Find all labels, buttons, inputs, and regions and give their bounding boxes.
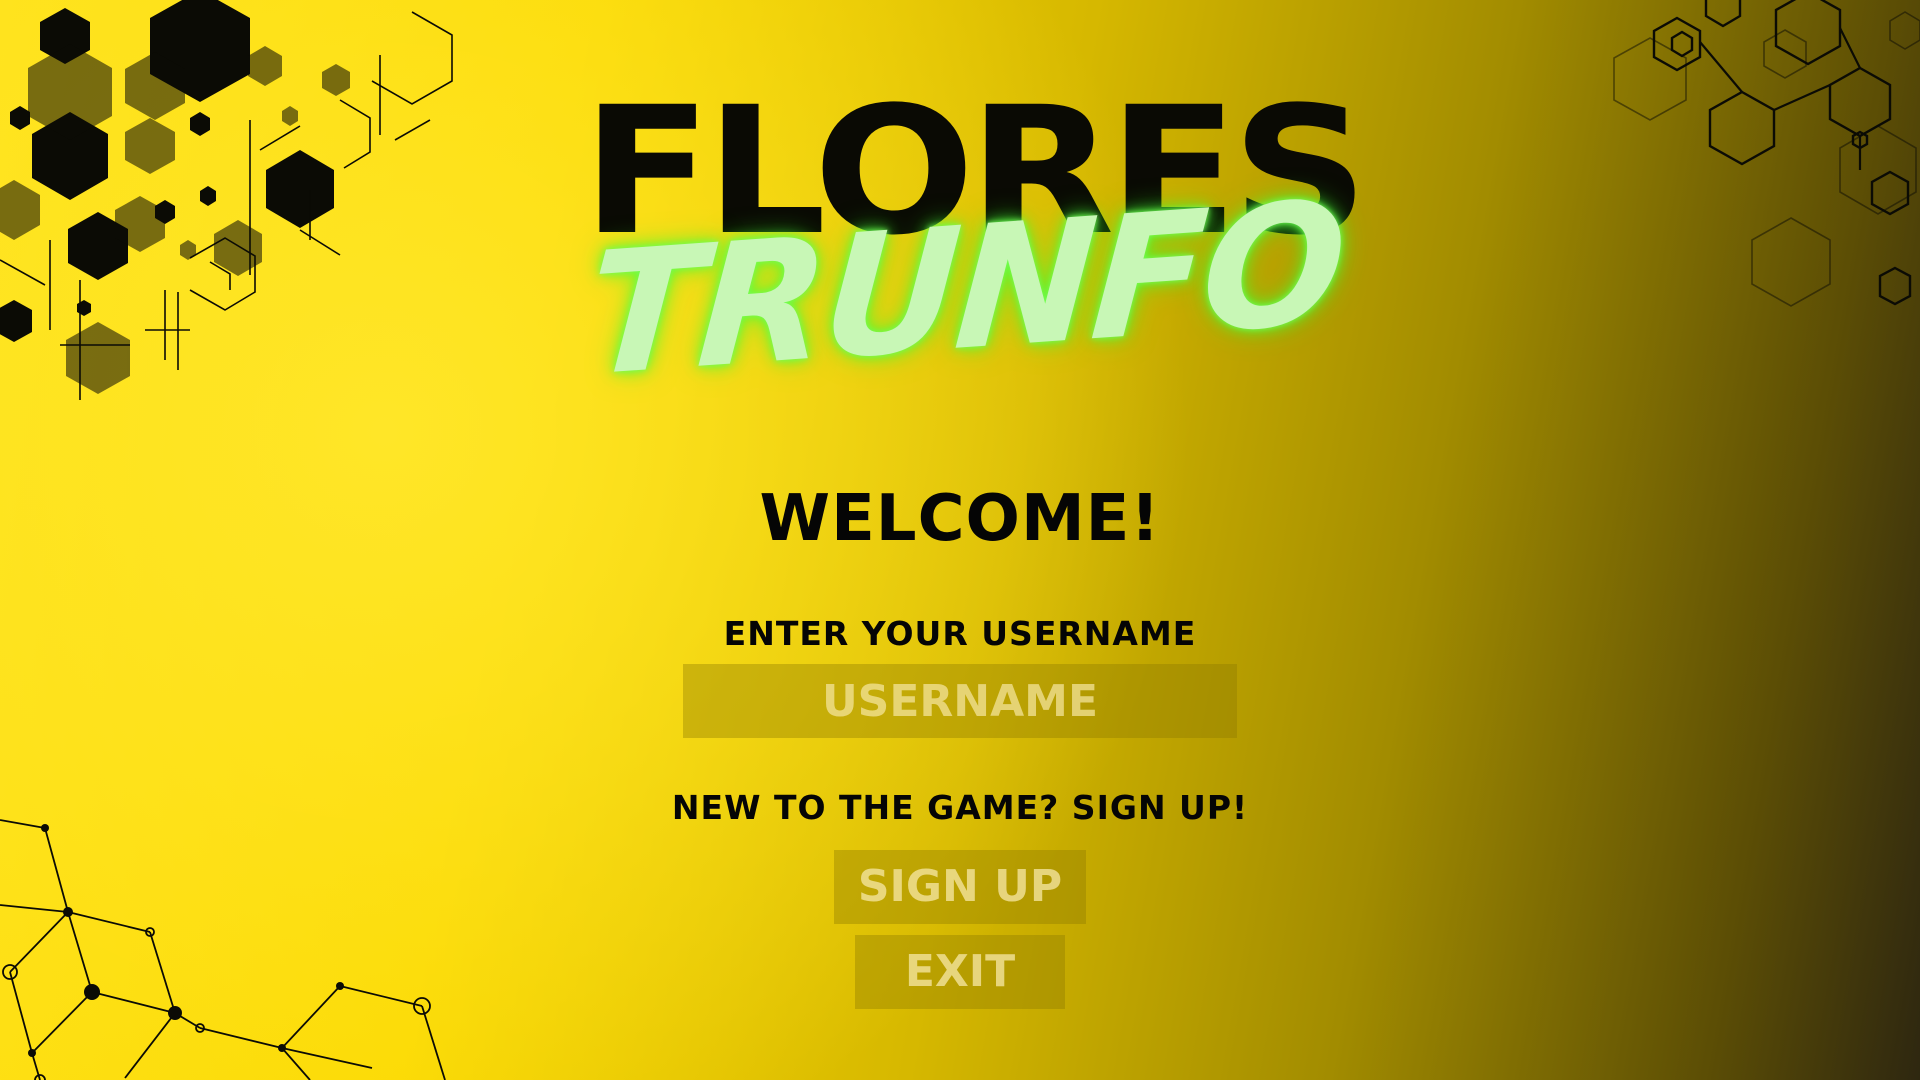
username-input[interactable] bbox=[683, 664, 1237, 738]
molecule-network-icon bbox=[0, 819, 446, 1080]
signup-prompt: NEW TO THE GAME? SIGN UP! bbox=[671, 788, 1249, 827]
game-title-line2: TRUNFO bbox=[581, 163, 1349, 415]
exit-button[interactable]: EXIT bbox=[855, 935, 1065, 1009]
username-label: ENTER YOUR USERNAME bbox=[723, 614, 1197, 653]
game-logo: FLORES TRUNFO bbox=[0, 0, 1920, 415]
sign-up-button[interactable]: SIGN UP bbox=[834, 850, 1086, 924]
welcome-heading: WELCOME! bbox=[759, 482, 1161, 556]
